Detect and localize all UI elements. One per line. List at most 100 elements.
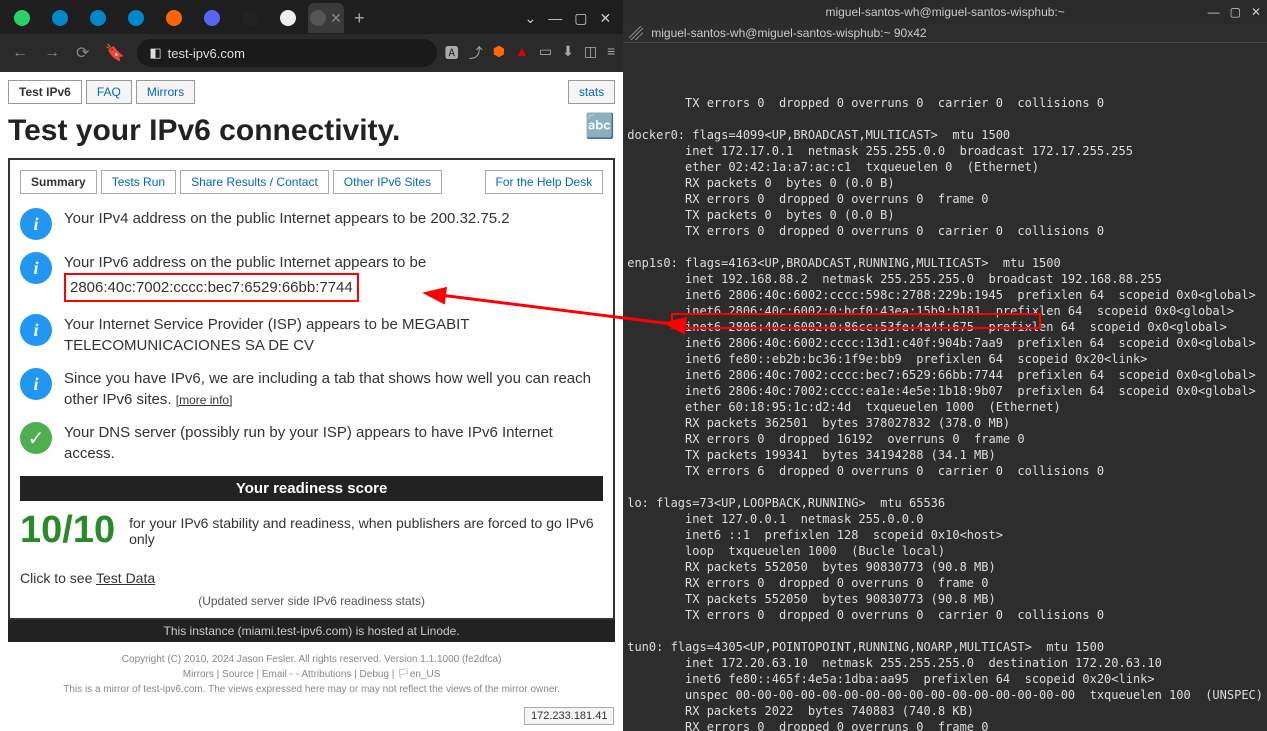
terminal-output[interactable]: TX errors 0 dropped 0 overruns 0 carrier… [623, 43, 1267, 731]
browser-tab[interactable] [194, 3, 230, 33]
translate-icon[interactable]: 🅰 [445, 43, 459, 63]
tab-faq[interactable]: FAQ [86, 80, 132, 104]
terminal-line: inet6 ::1 prefixlen 128 scopeid 0x10<hos… [627, 527, 1263, 543]
terminal-line: RX errors 0 dropped 0 overruns 0 frame 0 [627, 191, 1263, 207]
download-icon[interactable]: ⬇ [562, 43, 574, 63]
share-icon[interactable]: ⤴ [469, 43, 483, 63]
new-tab-button[interactable]: + [346, 8, 373, 29]
chevron-down-icon[interactable]: ⌄ [525, 10, 537, 27]
isp-result: Your Internet Service Provider (ISP) app… [64, 314, 603, 356]
terminal-line: inet6 fe80::465f:4e5a:1dba:aa95 prefixle… [627, 671, 1263, 687]
maximize-icon[interactable]: ▢ [1230, 5, 1241, 19]
footer-attributions-link[interactable]: Attributions [301, 669, 351, 680]
results-panel: Summary Tests Run Share Results / Contac… [8, 158, 615, 620]
browser-tab-active[interactable]: ✕ [308, 3, 344, 33]
browser-tab[interactable] [42, 3, 78, 33]
terminal-line: inet 127.0.0.1 netmask 255.0.0.0 [627, 511, 1263, 527]
browser-tab-strip: ✕ + ⌄ — ▢ ✕ [0, 0, 623, 34]
info-icon: i [20, 208, 52, 240]
sidebar-icon[interactable]: ◫ [584, 43, 597, 63]
test-data-link[interactable]: Test Data [96, 570, 155, 586]
terminal-line: enp1s0: flags=4163<UP,BROADCAST,RUNNING,… [627, 255, 1263, 271]
tab-mirrors[interactable]: Mirrors [136, 80, 195, 104]
shield-icon[interactable]: ⬢ [493, 43, 505, 63]
browser-tab[interactable] [4, 3, 40, 33]
readiness-desc: for your IPv6 stability and readiness, w… [129, 515, 603, 547]
bookmark-icon[interactable]: 🔖 [101, 39, 129, 67]
browser-tab[interactable] [232, 3, 268, 33]
subtab-summary[interactable]: Summary [20, 170, 97, 194]
wallet-icon[interactable]: ▭ [539, 43, 552, 63]
footer-locale-link[interactable]: en_US [410, 669, 441, 680]
terminal-titlebar: miguel-santos-wh@miguel-santos-wisphub:~… [623, 0, 1267, 24]
subtab-share[interactable]: Share Results / Contact [180, 170, 329, 194]
back-button[interactable]: ← [8, 40, 32, 66]
terminal-line: TX packets 0 bytes 0 (0.0 B) [627, 207, 1263, 223]
terminal-line: inet 172.20.63.10 netmask 255.255.255.0 … [627, 655, 1263, 671]
translate-page-icon[interactable]: 🔤 [585, 112, 615, 141]
terminal-size-header: miguel-santos-wh@miguel-santos-wisphub:~… [623, 24, 1267, 43]
footer-source-link[interactable]: Source [222, 669, 254, 680]
browser-window: ✕ + ⌄ — ▢ ✕ ← → ⟳ 🔖 ◧ test-ipv6.com 🅰 ⤴ … [0, 0, 623, 731]
copyright-block: Copyright (C) 2010, 2024 Jason Fesler. A… [8, 652, 615, 697]
hosting-note: This instance (miami.test-ipv6.com) is h… [8, 620, 615, 642]
subtab-tests[interactable]: Tests Run [101, 170, 176, 194]
terminal-line: inet6 2806:40c:6002:cccc:598c:2788:229b:… [627, 287, 1263, 303]
terminal-line: inet6 fe80::eb2b:bc36:1f9e:bb9 prefixlen… [627, 351, 1263, 367]
terminal-line [627, 111, 1263, 127]
check-icon: ✓ [20, 422, 52, 454]
terminal-line: inet6 2806:40c:7002:cccc:ea1e:4e5e:1b18:… [627, 383, 1263, 399]
terminal-line: inet6 2806:40c:7002:cccc:bec7:6529:66bb:… [627, 367, 1263, 383]
readiness-score: 10/10 [20, 509, 115, 552]
browser-tab[interactable] [156, 3, 192, 33]
warning-icon[interactable]: ▲ [515, 43, 529, 63]
close-window-icon[interactable]: ✕ [600, 10, 612, 27]
subtab-help[interactable]: For the Help Desk [485, 170, 604, 194]
test-data-line: Click to see Test Data [20, 570, 603, 586]
terminal-line: lo: flags=73<UP,LOOPBACK,RUNNING> mtu 65… [627, 495, 1263, 511]
url-input[interactable]: ◧ test-ipv6.com [137, 39, 436, 67]
terminal-line: loop txqueuelen 1000 (Bucle local) [627, 543, 1263, 559]
footer-email-link[interactable]: Email [262, 669, 287, 680]
more-info-link[interactable]: [more info] [176, 393, 233, 407]
terminal-highlight-box [671, 313, 1041, 329]
info-icon: i [20, 368, 52, 400]
browser-tab[interactable] [80, 3, 116, 33]
terminal-line: TX packets 552050 bytes 90830773 (90.8 M… [627, 591, 1263, 607]
terminal-line: RX packets 552050 bytes 90830773 (90.8 M… [627, 559, 1263, 575]
terminal-line: inet 172.17.0.1 netmask 255.255.0.0 broa… [627, 143, 1263, 159]
maximize-icon[interactable]: ▢ [574, 10, 587, 27]
tab-stats[interactable]: stats [568, 80, 615, 104]
terminal-line: TX errors 0 dropped 0 overruns 0 carrier… [627, 223, 1263, 239]
tab-test-ipv6[interactable]: Test IPv6 [8, 80, 82, 104]
browser-tab[interactable] [118, 3, 154, 33]
footer-mirrors-link[interactable]: Mirrors [183, 669, 214, 680]
page-body: Test IPv6 FAQ Mirrors stats 🔤 Test your … [0, 72, 623, 731]
dns-result: Your DNS server (possibly run by your IS… [64, 422, 603, 464]
minimize-icon[interactable]: — [1208, 5, 1220, 19]
minimize-icon[interactable]: — [548, 10, 562, 27]
info-icon: i [20, 314, 52, 346]
forward-button[interactable]: → [40, 40, 64, 66]
page-title: Test your IPv6 connectivity. [8, 114, 615, 148]
ipv6-address-highlighted: 2806:40c:7002:cccc:bec7:6529:66bb:7744 [64, 273, 359, 302]
browser-tab[interactable] [270, 3, 306, 33]
subtab-other[interactable]: Other IPv6 Sites [333, 170, 442, 194]
terminal-line: ether 02:42:1a:a7:ac:c1 txqueuelen 0 (Et… [627, 159, 1263, 175]
url-text: test-ipv6.com [168, 46, 245, 61]
terminal-line: RX packets 362501 bytes 378027832 (378.0… [627, 415, 1263, 431]
terminal-line: RX errors 0 dropped 16192 overruns 0 fra… [627, 431, 1263, 447]
url-bar: ← → ⟳ 🔖 ◧ test-ipv6.com 🅰 ⤴ ⬢ ▲ ▭ ⬇ ◫ ≡ [0, 34, 623, 72]
close-window-icon[interactable]: ✕ [1251, 5, 1261, 19]
menu-icon[interactable]: ≡ [607, 43, 615, 63]
resize-grip-icon[interactable] [629, 26, 643, 40]
terminal-line: RX packets 0 bytes 0 (0.0 B) [627, 175, 1263, 191]
close-icon[interactable]: ✕ [330, 10, 342, 27]
ipv4-result: Your IPv4 address on the public Internet… [64, 208, 510, 229]
site-info-icon[interactable]: ◧ [149, 45, 161, 61]
reload-button[interactable]: ⟳ [72, 39, 93, 67]
footer-debug-link[interactable]: Debug [360, 669, 389, 680]
terminal-line: TX errors 0 dropped 0 overruns 0 carrier… [627, 95, 1263, 111]
terminal-line: unspec 00-00-00-00-00-00-00-00-00-00-00-… [627, 687, 1263, 703]
readiness-header: Your readiness score [20, 476, 603, 501]
